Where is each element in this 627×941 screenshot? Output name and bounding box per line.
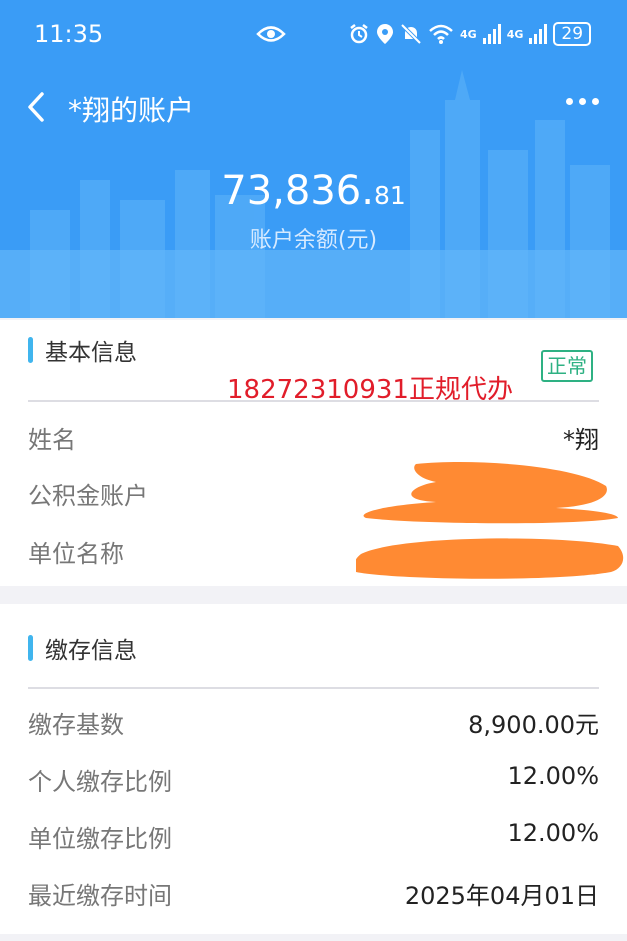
row-label: 公积金账户 bbox=[28, 482, 148, 510]
network-type-2: 4G bbox=[506, 27, 524, 41]
balance-decimal: 81 bbox=[373, 181, 406, 210]
section-accent-bar bbox=[28, 337, 33, 363]
section-accent-bar bbox=[28, 635, 33, 661]
alarm-icon bbox=[350, 24, 368, 44]
deposit-row-latest-date: 最近缴存时间 2025年04月01日 bbox=[28, 876, 599, 916]
status-time: 11:35 bbox=[34, 20, 104, 48]
status-badge: 正常 bbox=[541, 350, 593, 382]
deposit-info-card: 缴存信息 缴存基数 8,900.00元 个人缴存比例 12.00% 单位缴存比例… bbox=[0, 604, 627, 934]
section-title: 基本信息 bbox=[45, 340, 137, 366]
section-header: 缴存信息 bbox=[28, 618, 137, 678]
status-bar: 11:35 4G 4G 29 bbox=[0, 20, 627, 52]
row-value: 12.00% bbox=[507, 762, 599, 790]
account-balance: 73,836.81 bbox=[0, 168, 627, 214]
row-label: 单位名称 bbox=[28, 540, 124, 568]
row-value: 12.00% bbox=[507, 819, 599, 847]
deposit-row-base: 缴存基数 8,900.00元 bbox=[28, 705, 599, 745]
balance-label: 账户余额(元) bbox=[249, 228, 378, 253]
redaction-scribble bbox=[356, 462, 624, 579]
location-icon bbox=[377, 24, 393, 44]
divider bbox=[28, 687, 599, 689]
row-value: 8,900.00元 bbox=[468, 711, 599, 739]
divider bbox=[28, 400, 599, 402]
account-header: 11:35 4G 4G 29 *翔的账户 73,836.81 账户余额(元) bbox=[0, 0, 627, 318]
more-options-icon[interactable] bbox=[566, 98, 599, 105]
page-title: *翔的账户 bbox=[68, 94, 195, 127]
network-type-1: 4G bbox=[460, 27, 477, 41]
balance-integer: 73,836. bbox=[221, 168, 374, 214]
row-value: *翔 bbox=[563, 426, 599, 454]
status-icons: 4G 4G 29 bbox=[348, 22, 592, 46]
row-label: 个人缴存比例 bbox=[28, 768, 172, 796]
signal-icon bbox=[529, 24, 548, 44]
section-title: 缴存信息 bbox=[45, 638, 137, 664]
row-label: 缴存基数 bbox=[28, 711, 124, 739]
row-value: 2025年04月01日 bbox=[404, 882, 599, 910]
mute-icon bbox=[400, 23, 422, 45]
row-label: 姓名 bbox=[28, 426, 76, 454]
battery-icon: 29 bbox=[553, 22, 592, 46]
basic-info-card: 基本信息 正常 18272310931正规代办 姓名 *翔 公积金账户 单位名称 bbox=[0, 320, 627, 586]
wifi-icon bbox=[429, 24, 453, 44]
row-label: 单位缴存比例 bbox=[28, 825, 172, 853]
deposit-row-employer-ratio: 单位缴存比例 12.00% bbox=[28, 819, 599, 859]
deposit-row-personal-ratio: 个人缴存比例 12.00% bbox=[28, 762, 599, 802]
signal-icon bbox=[482, 24, 501, 44]
row-label: 最近缴存时间 bbox=[28, 882, 172, 910]
back-arrow-icon[interactable] bbox=[22, 88, 50, 126]
section-header: 基本信息 bbox=[28, 320, 137, 380]
info-row-name: 姓名 *翔 bbox=[28, 420, 599, 460]
eye-icon bbox=[256, 26, 286, 42]
